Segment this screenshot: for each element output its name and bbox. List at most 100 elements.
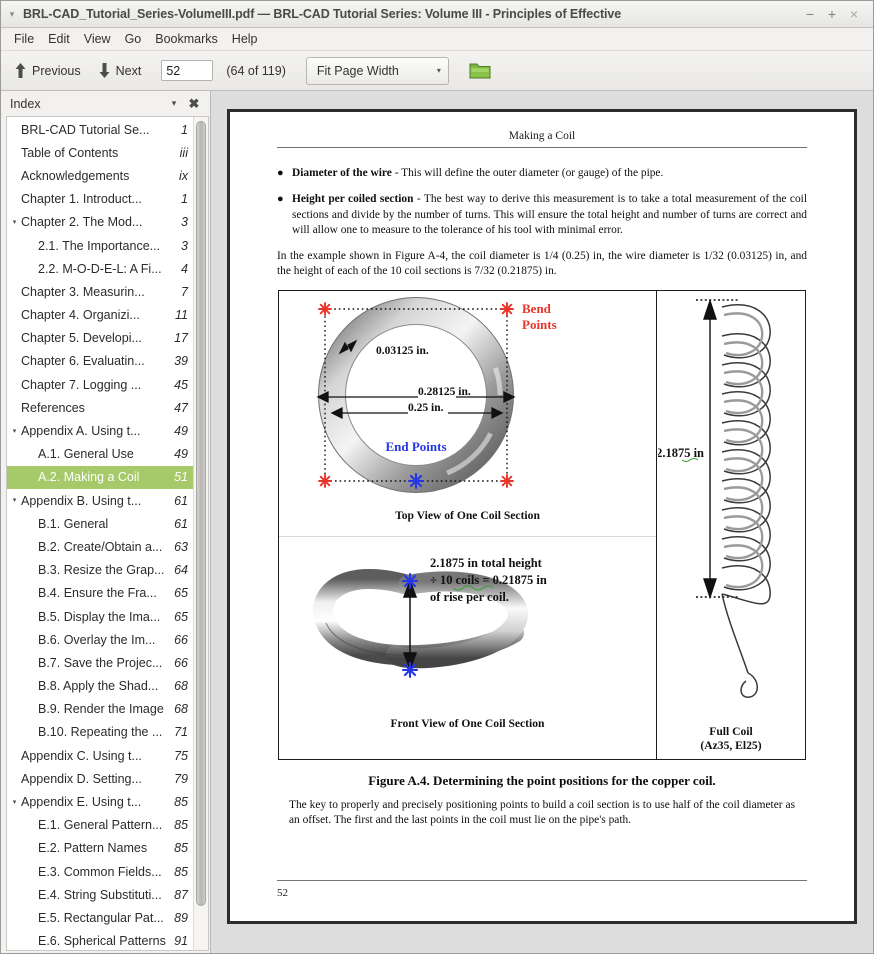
index-item[interactable]: References47 [7, 396, 193, 419]
menu-item-help[interactable]: Help [225, 30, 265, 48]
title-bar: ▾ BRL-CAD_Tutorial_Series-VolumeIII.pdf … [1, 1, 873, 28]
index-item[interactable]: E.2. Pattern Names85 [7, 837, 193, 860]
close-button[interactable]: × [843, 3, 865, 25]
index-item[interactable]: B.4. Ensure the Fra...65 [7, 582, 193, 605]
index-item[interactable]: E.5. Rectangular Pat...89 [7, 906, 193, 929]
index-item-page: 3 [166, 239, 188, 253]
index-item-page: 49 [166, 447, 188, 461]
index-item[interactable]: Chapter 1. Introduct...1 [7, 188, 193, 211]
index-item[interactable]: Chapter 6. Evaluatin...39 [7, 350, 193, 373]
full-coil-drawing: 2.1875 in [658, 291, 804, 723]
pdf-page: Making a Coil ● Diameter of the wire - T… [227, 109, 857, 924]
page-number-input[interactable] [161, 60, 213, 81]
index-item[interactable]: Chapter 4. Organizi...11 [7, 304, 193, 327]
top-view-cell: 0.03125 in. 0.28125 in. [279, 291, 656, 537]
menu-item-edit[interactable]: Edit [41, 30, 77, 48]
index-item[interactable]: B.6. Overlay the Im...66 [7, 628, 193, 651]
expand-triangle-icon[interactable]: ▾ [8, 497, 21, 504]
index-item[interactable]: B.2. Create/Obtain a...63 [7, 535, 193, 558]
rise-note-line1: 2.1875 in total height [430, 556, 543, 570]
index-item[interactable]: E.1. General Pattern...85 [7, 814, 193, 837]
index-item[interactable]: B.10. Repeating the ...71 [7, 721, 193, 744]
rise-note-line2: ÷ 10 coils = 0.21875 in [430, 573, 547, 587]
wire-dimension-label: 0.03125 in. [376, 345, 429, 357]
open-folder-button[interactable] [465, 57, 495, 85]
close-icon[interactable]: ✖ [184, 94, 204, 114]
maximize-button[interactable]: + [821, 3, 843, 25]
index-item[interactable]: E.6. Spherical Patterns91 [7, 930, 193, 950]
index-item[interactable]: Chapter 5. Developi...17 [7, 327, 193, 350]
index-item[interactable]: ▾Appendix B. Using t...61 [7, 489, 193, 512]
index-item-label: B.8. Apply the Shad... [20, 679, 166, 693]
index-scrollbar-thumb[interactable] [196, 121, 206, 906]
index-item[interactable]: Acknowledgementsix [7, 164, 193, 187]
index-item[interactable]: A.2. Making a Coil51 [7, 466, 193, 489]
index-item[interactable]: ▾Appendix A. Using t...49 [7, 419, 193, 442]
index-item-page: iii [166, 146, 188, 160]
index-item-label: Chapter 6. Evaluatin... [21, 354, 166, 368]
index-item-label: Appendix E. Using t... [21, 795, 166, 809]
index-item[interactable]: A.1. General Use49 [7, 443, 193, 466]
index-item[interactable]: BRL-CAD Tutorial Se...1 [7, 118, 193, 141]
chevron-down-icon[interactable]: ▾ [164, 94, 184, 114]
index-scrollbar[interactable] [193, 117, 208, 950]
index-item-label: E.4. String Substituti... [20, 888, 166, 902]
index-item[interactable]: E.3. Common Fields...85 [7, 860, 193, 883]
index-item[interactable]: B.7. Save the Projec...66 [7, 651, 193, 674]
index-item-page: 75 [166, 749, 188, 763]
index-item-label: Chapter 3. Measurin... [21, 285, 166, 299]
bullet-item: ● Diameter of the wire - This will defin… [277, 166, 807, 181]
expand-triangle-icon[interactable]: ▾ [8, 428, 21, 435]
top-view-drawing: 0.03125 in. 0.28125 in. [278, 291, 658, 509]
expand-triangle-icon[interactable]: ▾ [8, 799, 21, 806]
index-item[interactable]: Chapter 7. Logging ...45 [7, 373, 193, 396]
index-item[interactable]: ▾Appendix E. Using t...85 [7, 790, 193, 813]
index-item-label: Appendix A. Using t... [21, 424, 166, 438]
expand-triangle-icon[interactable]: ▾ [8, 219, 21, 226]
index-item-label: E.1. General Pattern... [20, 818, 166, 832]
index-item[interactable]: Chapter 3. Measurin...7 [7, 280, 193, 303]
index-item-label: B.5. Display the Ima... [20, 610, 166, 624]
bullet-text: Diameter of the wire - This will define … [292, 166, 807, 181]
bullet-text: Height per coiled section - The best way… [292, 192, 807, 238]
toolbar: Previous Next (64 of 119) Fit Page Width… [1, 51, 873, 91]
index-item[interactable]: ▾Chapter 2. The Mod...3 [7, 211, 193, 234]
index-item-page: 87 [166, 888, 188, 902]
total-height-label: 2.1875 in [658, 446, 704, 460]
previous-page-button[interactable]: Previous [7, 59, 89, 82]
menu-item-bookmarks[interactable]: Bookmarks [148, 30, 225, 48]
index-item[interactable]: Table of Contentsiii [7, 141, 193, 164]
index-item[interactable]: 2.1. The Importance...3 [7, 234, 193, 257]
document-viewport[interactable]: Making a Coil ● Diameter of the wire - T… [210, 91, 873, 953]
index-item[interactable]: B.9. Render the Image68 [7, 698, 193, 721]
index-item[interactable]: 2.2. M-O-D-E-L: A Fi...4 [7, 257, 193, 280]
index-item-page: 3 [166, 215, 188, 229]
page-count-label: (64 of 119) [226, 64, 286, 78]
index-item-label: B.2. Create/Obtain a... [20, 540, 166, 554]
minimize-button[interactable]: − [799, 3, 821, 25]
folder-icon [469, 61, 491, 80]
window-menu-icon[interactable]: ▾ [1, 10, 23, 19]
index-item[interactable]: B.5. Display the Ima...65 [7, 605, 193, 628]
next-page-button[interactable]: Next [91, 59, 150, 82]
index-item-page: 68 [166, 702, 188, 716]
index-item-page: 1 [166, 192, 188, 206]
zoom-mode-select[interactable]: Fit Page Width ▾ [306, 57, 449, 85]
index-item[interactable]: E.4. String Substituti...87 [7, 883, 193, 906]
index-list: BRL-CAD Tutorial Se...1Table of Contents… [7, 117, 193, 950]
menu-item-file[interactable]: File [7, 30, 41, 48]
index-item[interactable]: B.3. Resize the Grap...64 [7, 559, 193, 582]
menu-item-go[interactable]: Go [118, 30, 149, 48]
index-item[interactable]: B.8. Apply the Shad...68 [7, 675, 193, 698]
previous-page-label: Previous [32, 64, 81, 78]
main-split: Index ▾ ✖ BRL-CAD Tutorial Se...1Table o… [1, 91, 873, 953]
index-item[interactable]: Appendix D. Setting...79 [7, 767, 193, 790]
index-item-page: 49 [166, 424, 188, 438]
menu-item-view[interactable]: View [77, 30, 118, 48]
index-item-label: Acknowledgements [21, 169, 166, 183]
index-item-label: B.3. Resize the Grap... [20, 563, 166, 577]
index-item[interactable]: B.1. General61 [7, 512, 193, 535]
index-item-page: 85 [166, 841, 188, 855]
index-item[interactable]: Appendix C. Using t...75 [7, 744, 193, 767]
index-sidebar: Index ▾ ✖ BRL-CAD Tutorial Se...1Table o… [1, 91, 210, 953]
